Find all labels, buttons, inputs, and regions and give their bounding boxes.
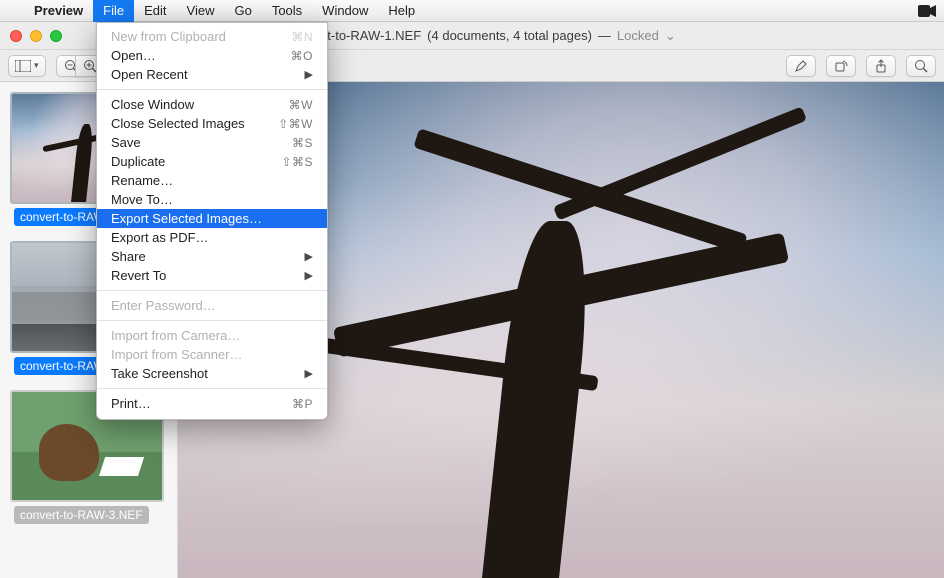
search-button[interactable] (906, 55, 936, 77)
zoom-window-button[interactable] (50, 30, 62, 42)
menu-separator (97, 320, 327, 321)
markup-button[interactable] (786, 55, 816, 77)
document-meta: (4 documents, 4 total pages) (427, 28, 592, 43)
share-icon (874, 59, 888, 73)
submenu-arrow-icon: ▶ (305, 68, 313, 81)
menu-file[interactable]: File (93, 0, 134, 22)
file-menu-dropdown: New from Clipboard ⌘N Open… ⌘O Open Recent ▶ C… (96, 22, 328, 420)
submenu-arrow-icon: ▶ (305, 367, 313, 380)
menu-separator (97, 388, 327, 389)
thumbnail-label: convert-to-RAW-3.NEF (14, 506, 149, 524)
menu-item-label: Revert To (111, 268, 166, 283)
menu-edit[interactable]: Edit (134, 0, 176, 22)
menu-item-label: Import from Camera… (111, 328, 240, 343)
menu-item[interactable]: Close Window ⌘W (97, 95, 327, 114)
menu-item: New from Clipboard ⌘N (97, 27, 327, 46)
menu-item[interactable]: Share ▶ (97, 247, 327, 266)
menu-item-shortcut: ⌘S (292, 136, 313, 150)
menu-item[interactable]: Close Selected Images ⇧⌘W (97, 114, 327, 133)
menu-item-label: Rename… (111, 173, 173, 188)
menu-item-label: Export as PDF… (111, 230, 209, 245)
menu-item-shortcut: ⌘N (291, 30, 313, 44)
menu-item-label: New from Clipboard (111, 29, 226, 44)
menu-bar: Preview File Edit View Go Tools Window H… (0, 0, 944, 22)
menu-separator (97, 290, 327, 291)
menu-item[interactable]: Save ⌘S (97, 133, 327, 152)
facetime-icon[interactable] (918, 5, 936, 17)
close-window-button[interactable] (10, 30, 22, 42)
menu-item-label: Take Screenshot (111, 366, 208, 381)
menu-item[interactable]: Open Recent ▶ (97, 65, 327, 84)
menu-item: Import from Scanner… (97, 345, 327, 364)
menu-item-shortcut: ⌘W (289, 98, 313, 112)
chevron-down-icon: ▾ (34, 60, 39, 71)
locked-label[interactable]: Locked (617, 28, 659, 43)
menu-view[interactable]: View (177, 0, 225, 22)
traffic-lights (0, 30, 62, 42)
search-icon (914, 59, 928, 73)
menu-separator (97, 89, 327, 90)
menu-item-shortcut: ⇧⌘W (278, 117, 313, 131)
share-button[interactable] (866, 55, 896, 77)
menu-item-shortcut: ⇧⌘S (281, 155, 313, 169)
menu-item-label: Enter Password… (111, 298, 216, 313)
menu-item-shortcut: ⌘O (291, 49, 313, 63)
menu-item-label: Duplicate (111, 154, 165, 169)
menu-item-label: Close Window (111, 97, 194, 112)
sidebar-icon (15, 60, 31, 72)
menu-tools[interactable]: Tools (262, 0, 312, 22)
menu-item[interactable]: Revert To ▶ (97, 266, 327, 285)
menu-item[interactable]: Duplicate ⇧⌘S (97, 152, 327, 171)
menu-item-label: Move To… (111, 192, 173, 207)
menu-help[interactable]: Help (378, 0, 425, 22)
submenu-arrow-icon: ▶ (305, 269, 313, 282)
menu-item: Import from Camera… (97, 326, 327, 345)
minimize-window-button[interactable] (30, 30, 42, 42)
menu-item[interactable]: Rename… (97, 171, 327, 190)
menu-item-label: Save (111, 135, 141, 150)
markup-pen-icon (794, 59, 808, 73)
menu-item[interactable]: Open… ⌘O (97, 46, 327, 65)
menu-go[interactable]: Go (224, 0, 261, 22)
menu-item-label: Share (111, 249, 146, 264)
rotate-button[interactable] (826, 55, 856, 77)
zoom-in-icon (83, 59, 97, 73)
sidebar-toggle-button[interactable]: ▾ (8, 55, 46, 77)
menu-item-label: Export Selected Images… (111, 211, 262, 226)
menu-item-label: Import from Scanner… (111, 347, 243, 362)
rotate-icon (834, 59, 848, 73)
menu-item-label: Open… (111, 48, 156, 63)
locked-caret-icon[interactable]: ⌄ (665, 28, 676, 44)
menu-item[interactable]: Export as PDF… (97, 228, 327, 247)
menu-item[interactable]: Export Selected Images… (97, 209, 327, 228)
menu-item[interactable]: Move To… (97, 190, 327, 209)
menu-item-shortcut: ⌘P (292, 397, 313, 411)
menu-item-label: Open Recent (111, 67, 188, 82)
menu-window[interactable]: Window (312, 0, 378, 22)
menu-item-label: Print… (111, 396, 151, 411)
menu-item[interactable]: Take Screenshot ▶ (97, 364, 327, 383)
submenu-arrow-icon: ▶ (305, 250, 313, 263)
menu-item-label: Close Selected Images (111, 116, 245, 131)
window-title[interactable]: convert-to-RAW-1.NEF (4 documents, 4 tot… (268, 28, 676, 44)
menu-item[interactable]: Print… ⌘P (97, 394, 327, 413)
app-name[interactable]: Preview (34, 3, 83, 18)
title-separator: — (598, 28, 611, 43)
menu-item: Enter Password… (97, 296, 327, 315)
